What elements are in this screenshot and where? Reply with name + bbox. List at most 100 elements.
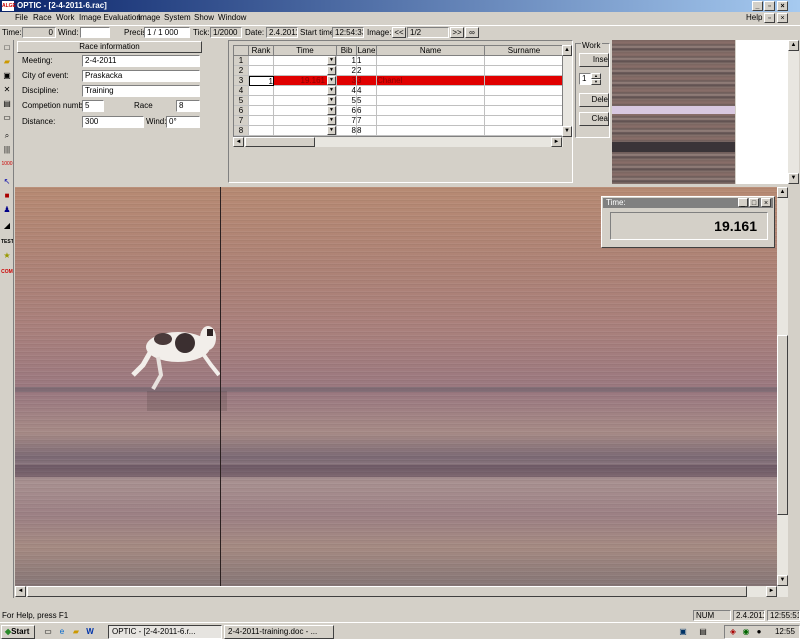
menu-show[interactable]: Show <box>194 12 214 24</box>
surname-cell[interactable] <box>485 56 562 66</box>
tray-shield-icon[interactable]: ◈ <box>727 626 739 638</box>
header-surname[interactable]: Surname <box>485 46 562 56</box>
menu-race[interactable]: Race <box>33 12 52 24</box>
image-scroll-down-icon[interactable]: ▼ <box>777 575 788 586</box>
chevron-down-icon[interactable]: ▼ <box>327 116 336 125</box>
test-icon[interactable]: TEST <box>1 236 13 248</box>
rank-cell[interactable] <box>249 86 274 96</box>
word-icon[interactable]: W <box>84 626 96 638</box>
competition-field[interactable]: 5 <box>82 100 104 112</box>
image-thumbnail[interactable] <box>612 40 735 184</box>
name-cell[interactable] <box>377 66 485 76</box>
tray-clock[interactable]: 12:55 <box>775 627 795 636</box>
lane-cell[interactable]: 2 <box>357 66 377 76</box>
rank-cell[interactable] <box>249 106 274 116</box>
grid-scroll-down-icon[interactable]: ▼ <box>562 126 572 137</box>
athlete-icon[interactable]: ★ <box>1 250 13 262</box>
task-optic[interactable]: OPTIC - [2-4-2011-6.r... <box>108 625 222 639</box>
rank-cell[interactable] <box>249 56 274 66</box>
race-wind-field[interactable]: 0° <box>166 116 200 128</box>
finish-line-cursor[interactable] <box>220 187 221 597</box>
chevron-down-icon[interactable]: ▼ <box>327 126 336 135</box>
city-field[interactable]: Praskacka <box>82 70 200 82</box>
lane-cell[interactable]: 1 <box>357 56 377 66</box>
menu-system[interactable]: System <box>164 12 191 24</box>
header-time[interactable]: Time <box>274 46 337 56</box>
race-field[interactable]: 8 <box>176 100 200 112</box>
surname-cell-selected[interactable] <box>485 76 562 86</box>
chevron-down-icon[interactable]: ▼ <box>327 66 336 75</box>
internet-explorer-icon[interactable]: e <box>56 626 68 638</box>
time-field[interactable]: 0 <box>22 27 56 38</box>
save-icon[interactable]: ▣ <box>1 70 13 82</box>
com-icon[interactable]: COM <box>1 266 13 278</box>
rank-cell-selected[interactable]: 1 <box>249 76 274 86</box>
image-fit-button[interactable]: ∞ <box>465 27 479 38</box>
child-close-button[interactable]: × <box>777 13 788 23</box>
photo-finish-icon[interactable]: 1000 <box>1 158 13 170</box>
rank-cell[interactable] <box>249 116 274 126</box>
image-next-button[interactable]: >> <box>450 27 464 38</box>
print-icon[interactable]: ▤ <box>1 98 13 110</box>
minimize-button[interactable]: _ <box>752 1 763 11</box>
close-button[interactable]: × <box>777 1 788 11</box>
surname-cell[interactable] <box>485 96 562 106</box>
runner-icon[interactable]: ♟ <box>1 204 13 216</box>
image-hscroll-thumb[interactable] <box>27 586 747 597</box>
image-scroll-right-icon[interactable]: ► <box>766 586 777 597</box>
lane-cell-selected[interactable]: 3 <box>357 76 377 86</box>
discipline-field[interactable]: Training <box>82 85 200 97</box>
precision-select[interactable]: 1 / 1 000 <box>144 27 190 38</box>
surname-cell[interactable] <box>485 106 562 116</box>
lane-cell[interactable]: 4 <box>357 86 377 96</box>
tray-volume-icon[interactable]: ◉ <box>740 626 752 638</box>
image-vscroll-thumb[interactable] <box>777 335 788 515</box>
surname-cell[interactable] <box>485 116 562 126</box>
bib-cell[interactable]: 2 <box>337 66 357 76</box>
chevron-down-icon[interactable]: ▼ <box>327 96 336 105</box>
date-field[interactable]: 2.4.2011 <box>266 27 298 38</box>
menu-file[interactable]: File <box>15 12 28 24</box>
grid-vertical-scrollbar[interactable] <box>563 45 572 137</box>
image-prev-button[interactable]: << <box>392 27 406 38</box>
chevron-down-icon[interactable]: ▼ <box>327 86 336 95</box>
bib-cell-selected[interactable]: 3 <box>337 76 357 86</box>
child-restore-button[interactable]: ▫ <box>764 13 775 23</box>
lane-cell[interactable]: 8 <box>357 126 377 136</box>
bib-cell[interactable]: 1 <box>337 56 357 66</box>
task-word-document[interactable]: 2-4-2011-training.doc - ... <box>224 625 334 639</box>
bib-cell[interactable]: 7 <box>337 116 357 126</box>
name-cell[interactable] <box>377 106 485 116</box>
start-button[interactable]: ◆Start <box>1 625 35 639</box>
grid-scroll-right-icon[interactable]: ► <box>551 137 562 147</box>
frame-icon[interactable]: ▭ <box>1 112 13 124</box>
rank-cell[interactable] <box>249 66 274 76</box>
image-scroll-up-icon[interactable]: ▲ <box>777 187 788 198</box>
restore-button[interactable]: ▫ <box>764 1 775 11</box>
clear-button[interactable]: Clea <box>579 112 609 126</box>
thumbnail-scroll-down-icon[interactable]: ▼ <box>788 173 799 184</box>
zoom-icon[interactable]: ⌕ <box>1 130 13 142</box>
header-name[interactable]: Name <box>377 46 485 56</box>
time-window-close-button[interactable]: × <box>761 198 771 207</box>
cursor-icon[interactable]: ↖ <box>1 176 13 188</box>
time-window-minimize-button[interactable]: _ <box>738 198 748 207</box>
time-window[interactable]: Time: _ □ × 19.161 <box>601 196 775 248</box>
tray-info-icon[interactable]: ● <box>753 626 765 638</box>
wind-field[interactable] <box>80 27 110 38</box>
menu-image[interactable]: Image <box>138 12 160 24</box>
thumbnail-scrollbar[interactable]: ▲ ▼ <box>788 40 799 184</box>
race-info-header[interactable]: Race information <box>17 41 202 53</box>
grid-scroll-up-icon[interactable]: ▲ <box>562 45 572 56</box>
bib-cell[interactable]: 5 <box>337 96 357 106</box>
name-cell[interactable] <box>377 116 485 126</box>
open-folder-icon[interactable]: ▰ <box>1 56 13 68</box>
tray-network-icon[interactable]: ▣ <box>677 626 689 638</box>
chevron-down-icon[interactable]: ▼ <box>327 106 336 115</box>
surname-cell[interactable] <box>485 86 562 96</box>
header-bib[interactable]: Bib <box>337 46 357 56</box>
header-lane[interactable]: Lane <box>357 46 377 56</box>
surname-cell[interactable] <box>485 66 562 76</box>
bib-cell[interactable]: 8 <box>337 126 357 136</box>
name-cell[interactable] <box>377 126 485 136</box>
